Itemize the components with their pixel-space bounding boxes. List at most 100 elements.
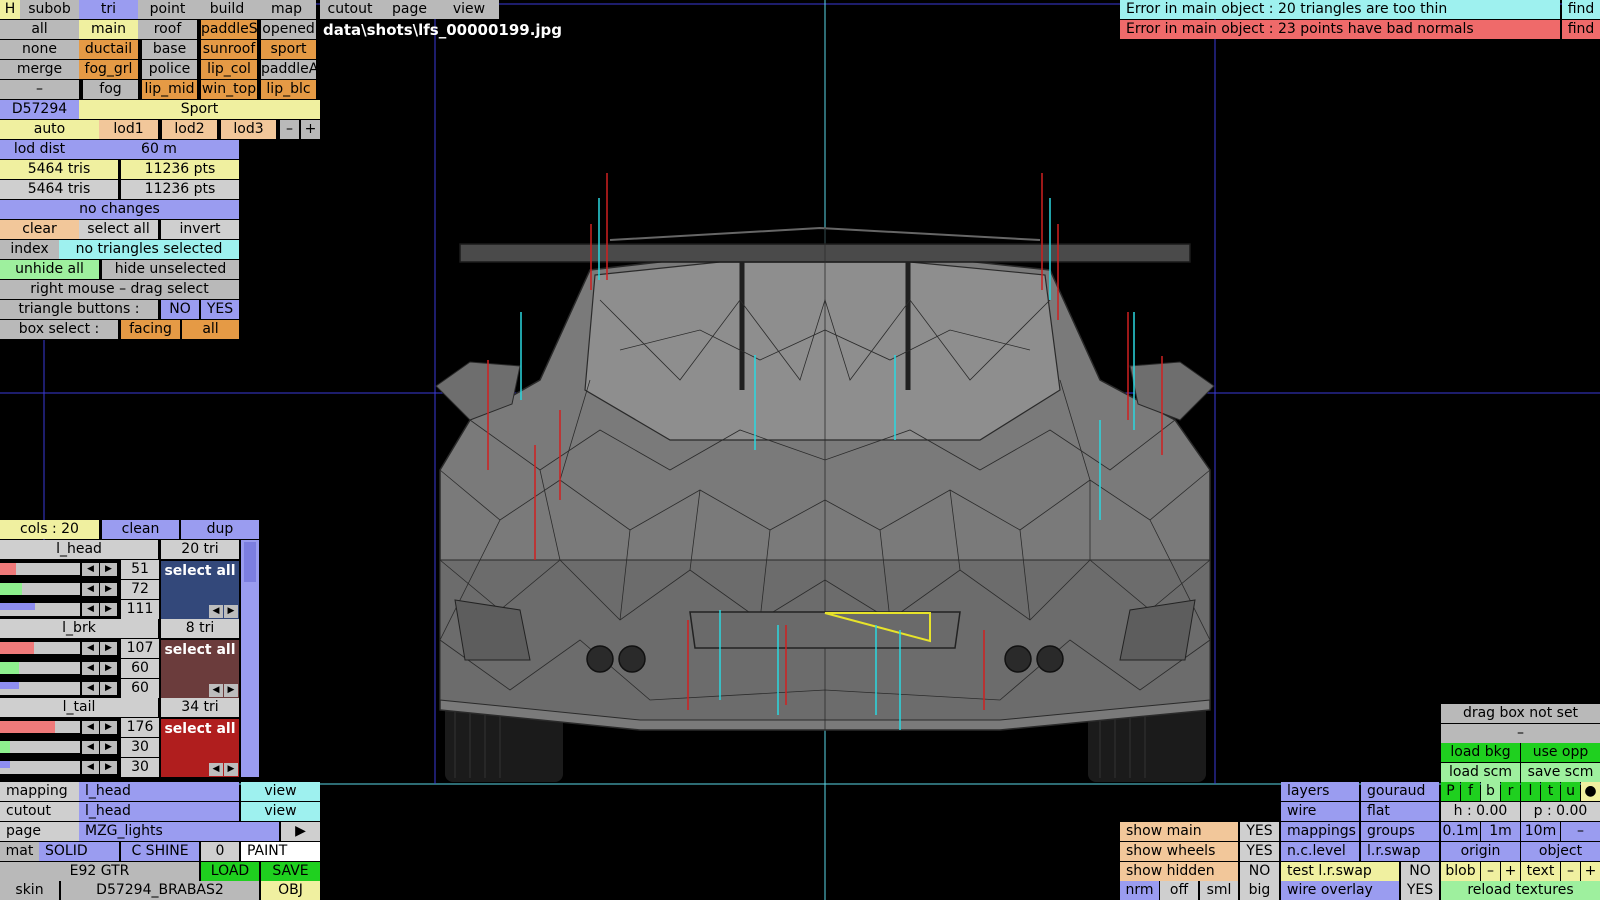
subob-win-top[interactable]: win_top [201, 80, 257, 99]
color-group-name[interactable]: l_head [0, 540, 158, 559]
save-button[interactable]: SAVE [261, 862, 320, 881]
invert-button[interactable]: invert [161, 220, 239, 239]
view-button-6[interactable]: u [1561, 782, 1580, 801]
increase-arrow-icon[interactable]: ▶ [100, 741, 117, 754]
decrease-arrow-icon[interactable]: ◀ [82, 682, 99, 695]
subob-merge[interactable]: merge [0, 60, 79, 79]
decrease-arrow-icon[interactable]: ◀ [82, 642, 99, 655]
box-select-all[interactable]: all [182, 320, 239, 339]
tri-buttons-yes[interactable]: YES [201, 300, 239, 319]
test-lrswap-toggle[interactable]: NO [1401, 862, 1439, 881]
lod-minus[interactable]: – [280, 120, 299, 139]
menu-point[interactable]: point [138, 0, 197, 19]
mat-number[interactable]: 0 [201, 842, 239, 861]
groups-button[interactable]: groups [1361, 822, 1439, 841]
decrease-arrow-icon[interactable]: ◀ [82, 741, 99, 754]
g-channel-value[interactable]: 72 [121, 580, 159, 599]
box-select-facing[interactable]: facing [121, 320, 180, 339]
menu-cutout[interactable]: cutout [320, 0, 380, 19]
subob-fog[interactable]: fog [83, 80, 138, 99]
text-button[interactable]: text [1521, 862, 1560, 881]
g-channel-value[interactable]: 60 [121, 659, 159, 678]
normals-off[interactable]: off [1160, 881, 1198, 900]
lod3-button[interactable]: lod3 [221, 120, 276, 139]
normals-big[interactable]: big [1240, 881, 1279, 900]
swatch-next-icon[interactable]: ▶ [224, 605, 238, 618]
view-button-4[interactable]: l [1521, 782, 1540, 801]
flat-button[interactable]: flat [1361, 802, 1439, 821]
swatch-prev-icon[interactable]: ◀ [209, 763, 223, 776]
g-channel-value[interactable]: 30 [121, 738, 159, 757]
mat-solid[interactable]: SOLID [39, 842, 119, 861]
increase-arrow-icon[interactable]: ▶ [100, 583, 117, 596]
find-button-2[interactable]: find [1562, 20, 1600, 39]
subob-sport[interactable]: sport [261, 40, 316, 59]
clear-button[interactable]: clear [0, 220, 79, 239]
b-channel-value[interactable]: 30 [121, 758, 159, 777]
lod-plus[interactable]: + [301, 120, 320, 139]
color-group-name[interactable]: l_brk [0, 619, 158, 638]
alpha-track[interactable] [0, 768, 80, 774]
b-channel-value[interactable]: 60 [121, 679, 159, 698]
view-button-7[interactable]: ● [1581, 782, 1600, 801]
subob-base[interactable]: base [142, 40, 197, 59]
load-scm-button[interactable]: load scm [1441, 763, 1520, 782]
view-button-0[interactable]: P [1441, 782, 1460, 801]
subob-fog-grl[interactable]: fog_grl [79, 60, 138, 79]
origin-button[interactable]: origin [1441, 842, 1520, 861]
increase-arrow-icon[interactable]: ▶ [100, 603, 117, 616]
find-button-1[interactable]: find [1562, 0, 1600, 19]
show-hidden-toggle[interactable]: NO [1240, 862, 1279, 881]
b-channel-value[interactable]: 111 [121, 600, 159, 619]
decrease-arrow-icon[interactable]: ◀ [82, 721, 99, 734]
obj-button[interactable]: OBJ [261, 881, 320, 900]
decrease-arrow-icon[interactable]: ◀ [82, 662, 99, 675]
blob-minus[interactable]: – [1481, 862, 1500, 881]
menu-map[interactable]: map [257, 0, 316, 19]
tri-buttons-no[interactable]: NO [161, 300, 199, 319]
alpha-track[interactable] [0, 689, 80, 695]
r-channel-value[interactable]: 51 [121, 560, 159, 579]
subob-main[interactable]: main [79, 20, 138, 39]
subob-police[interactable]: police [142, 60, 197, 79]
swatch-prev-icon[interactable]: ◀ [209, 605, 223, 618]
step-minus[interactable]: – [1561, 822, 1600, 841]
blob-button[interactable]: blob [1441, 862, 1480, 881]
lrswap-button[interactable]: l.r.swap [1361, 842, 1439, 861]
save-scm-button[interactable]: save scm [1521, 763, 1600, 782]
menu-page[interactable]: page [380, 0, 439, 19]
lod2-button[interactable]: lod2 [162, 120, 217, 139]
blob-plus[interactable]: + [1501, 862, 1520, 881]
h-button[interactable]: H [0, 0, 20, 19]
color-group-name[interactable]: l_tail [0, 698, 158, 717]
cols-scroll-thumb[interactable] [244, 542, 256, 582]
mapping-value[interactable]: l_head [79, 782, 239, 801]
decrease-arrow-icon[interactable]: ◀ [82, 603, 99, 616]
lod-dist-value[interactable]: 60 m [79, 140, 239, 159]
alpha-track[interactable] [0, 610, 80, 616]
view-button-3[interactable]: r [1501, 782, 1520, 801]
swatch-next-icon[interactable]: ▶ [224, 763, 238, 776]
mappings-button[interactable]: mappings [1281, 822, 1359, 841]
cutout-view-button[interactable]: view [241, 802, 320, 821]
menu-build[interactable]: build [197, 0, 257, 19]
subob-paddlea[interactable]: paddleA [261, 60, 316, 79]
reload-textures-button[interactable]: reload textures [1441, 881, 1600, 900]
subob-sunroof[interactable]: sunroof [201, 40, 257, 59]
page-arrow-button[interactable]: ▶ [281, 822, 320, 841]
nclevel-button[interactable]: n.c.level [1281, 842, 1359, 861]
menu-view[interactable]: view [439, 0, 499, 19]
decrease-arrow-icon[interactable]: ◀ [82, 583, 99, 596]
lod1-button[interactable]: lod1 [99, 120, 158, 139]
hide-unselected-button[interactable]: hide unselected [102, 260, 239, 279]
increase-arrow-icon[interactable]: ▶ [100, 721, 117, 734]
subob-lip-mid[interactable]: lip_mid [142, 80, 197, 99]
decrease-arrow-icon[interactable]: ◀ [82, 761, 99, 774]
object-button[interactable]: object [1521, 842, 1600, 861]
page-value[interactable]: MZG_lights [79, 822, 279, 841]
mat-shine[interactable]: C SHINE [121, 842, 199, 861]
wire-button[interactable]: wire [1281, 802, 1359, 821]
menu-subob[interactable]: subob [20, 0, 79, 19]
increase-arrow-icon[interactable]: ▶ [100, 761, 117, 774]
unhide-all-button[interactable]: unhide all [0, 260, 99, 279]
